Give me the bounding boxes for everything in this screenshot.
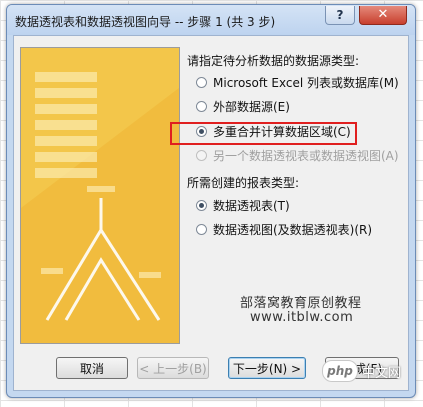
annotation-highlight-box — [170, 122, 357, 145]
radio-dot[interactable] — [196, 223, 207, 235]
source-type-label: 请指定待分析数据的数据源类型: — [187, 54, 360, 68]
radio-external-source[interactable]: 外部数据源(E) — [196, 98, 290, 114]
radio-another-pivot-label: 另一个数据透视表或数据透视图(A) — [213, 148, 399, 163]
help-icon: ? — [336, 8, 344, 22]
radio-dot — [196, 149, 207, 161]
radio-dot[interactable] — [196, 76, 207, 88]
radio-pivot-table[interactable]: 数据透视表(T) — [196, 197, 290, 213]
pivot-illustration-icon — [21, 48, 179, 343]
next-button[interactable]: 下一步(N) > — [228, 357, 306, 379]
radio-pivot-table-label: 数据透视表(T) — [213, 198, 290, 213]
watermark-line-2: www.itblw.com — [250, 310, 354, 325]
logo-text: 中文网 — [362, 365, 402, 381]
radio-excel-list-label: Microsoft Excel 列表或数据库(M) — [213, 75, 399, 90]
pivot-wizard-dialog: 数据透视表和数据透视图向导 -- 步骤 1 (共 3 步) ? ✕ 请指定待分析… — [6, 4, 416, 398]
title-bar[interactable]: 数据透视表和数据透视图向导 -- 步骤 1 (共 3 步) ? ✕ — [7, 5, 415, 35]
radio-dot[interactable] — [196, 199, 207, 211]
close-icon: ✕ — [377, 7, 389, 22]
dialog-body: 请指定待分析数据的数据源类型: Microsoft Excel 列表或数据库(M… — [13, 35, 409, 391]
php-logo-icon: php — [322, 360, 358, 382]
report-type-label: 所需创建的报表类型: — [187, 176, 300, 190]
radio-pivot-chart-label: 数据透视图(及数据透视表)(R) — [213, 222, 373, 237]
php-cn-logo: php 中文网 — [322, 357, 413, 385]
radio-dot[interactable] — [196, 100, 207, 112]
dialog-title: 数据透视表和数据透视图向导 -- 步骤 1 (共 3 步) — [15, 15, 276, 29]
close-button[interactable]: ✕ — [359, 6, 407, 25]
watermark-line-1: 部落窝教育原创教程 — [240, 296, 362, 311]
cancel-button[interactable]: 取消 — [56, 357, 128, 379]
help-button[interactable]: ? — [325, 6, 355, 25]
radio-pivot-chart[interactable]: 数据透视图(及数据透视表)(R) — [196, 221, 372, 237]
radio-excel-list[interactable]: Microsoft Excel 列表或数据库(M) — [196, 74, 399, 90]
radio-another-pivot: 另一个数据透视表或数据透视图(A) — [196, 147, 399, 163]
wizard-illustration — [20, 47, 180, 344]
radio-external-source-label: 外部数据源(E) — [213, 99, 290, 114]
back-button[interactable]: < 上一步(B) — [137, 357, 209, 379]
